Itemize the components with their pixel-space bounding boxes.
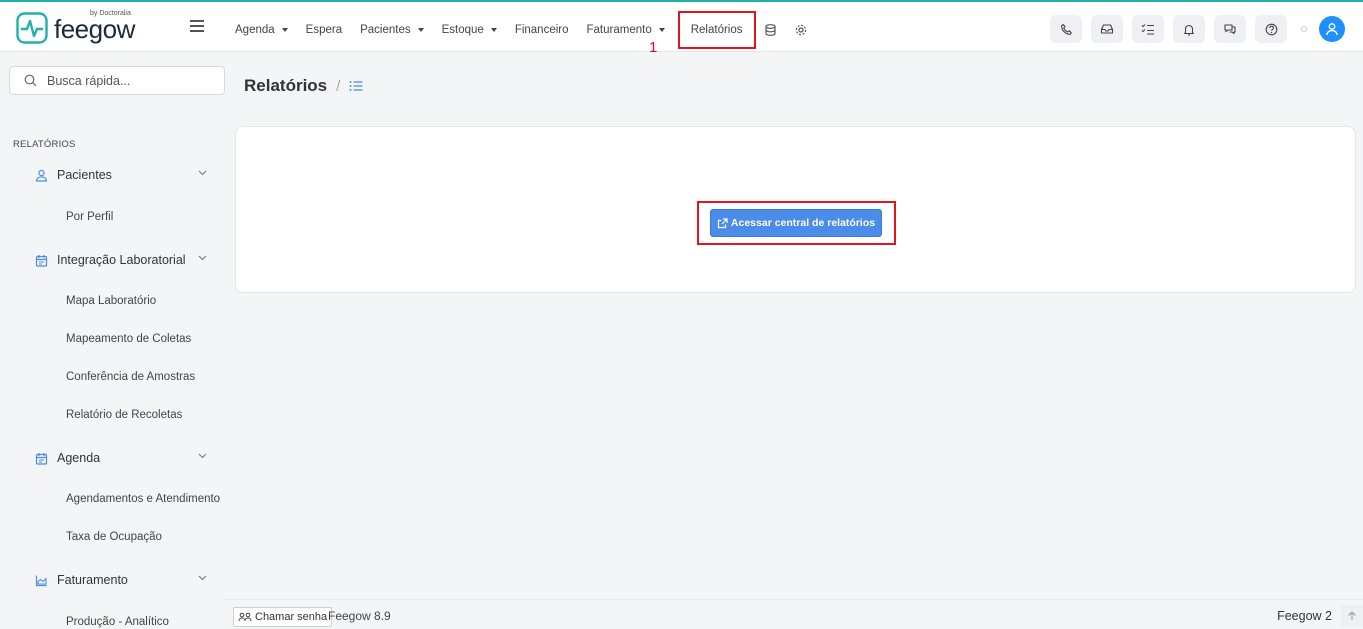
phone-icon[interactable] bbox=[1050, 15, 1082, 43]
caret-down-icon bbox=[281, 28, 288, 32]
header-actions bbox=[1041, 15, 1345, 43]
search-input[interactable] bbox=[47, 73, 207, 88]
quick-search[interactable] bbox=[9, 66, 225, 95]
sidebar-link-agendamentos-atendimento[interactable]: Agendamentos e Atendimento bbox=[66, 493, 220, 505]
checklist-icon[interactable] bbox=[1132, 15, 1164, 43]
inbox-icon[interactable] bbox=[1091, 15, 1123, 43]
list-icon[interactable] bbox=[349, 80, 363, 92]
nav-agenda[interactable]: Agenda bbox=[226, 11, 297, 49]
area-chart-icon bbox=[35, 575, 47, 586]
sidebar-link-mapa-laboratorio[interactable]: Mapa Laboratório bbox=[66, 295, 156, 307]
sidebar-link-producao-analitico[interactable]: Produção - Analítico bbox=[66, 616, 169, 628]
nav-estoque[interactable]: Estoque bbox=[433, 11, 506, 49]
feegow2-link[interactable]: Feegow 2 bbox=[1277, 609, 1332, 623]
chevron-down-icon bbox=[198, 453, 207, 459]
user-avatar[interactable] bbox=[1319, 16, 1345, 42]
logo-mark-icon bbox=[16, 12, 48, 44]
sidebar-link-taxa-ocupacao[interactable]: Taxa de Ocupação bbox=[66, 531, 162, 543]
sidebar-link-relatorio-recoletas[interactable]: Relatório de Recoletas bbox=[66, 409, 182, 421]
gear-icon[interactable] bbox=[786, 11, 816, 49]
search-icon bbox=[24, 74, 37, 87]
calendar-icon bbox=[35, 254, 48, 267]
status-dot bbox=[1301, 26, 1307, 32]
menu-toggle-icon[interactable] bbox=[190, 20, 204, 32]
bell-icon[interactable] bbox=[1173, 15, 1205, 43]
external-link-icon bbox=[717, 217, 728, 228]
sidebar-link-por-perfil[interactable]: Por Perfil bbox=[66, 211, 113, 223]
sidebar-link-mapeamento-coletas[interactable]: Mapeamento de Coletas bbox=[66, 333, 191, 345]
nav-relatorios[interactable]: Relatórios bbox=[677, 11, 756, 49]
main-nav: Agenda Espera Pacientes Estoque Financei… bbox=[226, 11, 816, 49]
chat-icon[interactable] bbox=[1214, 15, 1246, 43]
sidebar-group-pacientes[interactable]: Pacientes bbox=[35, 168, 215, 182]
open-reports-center-button[interactable]: Acessar central de relatórios bbox=[710, 209, 882, 237]
nav-faturamento[interactable]: Faturamento bbox=[578, 11, 674, 49]
breadcrumb-separator: / bbox=[336, 77, 341, 95]
top-navbar: feegow by Doctoralia Agenda Espera Pacie… bbox=[0, 0, 1363, 52]
sidebar-link-conferencia-amostras[interactable]: Conferência de Amostras bbox=[66, 371, 195, 383]
sidebar-group-faturamento[interactable]: Faturamento bbox=[35, 573, 215, 587]
calendar-icon bbox=[35, 452, 48, 465]
footer: Chamar senha Feegow 8.9 Feegow 2 bbox=[222, 599, 1363, 629]
help-icon[interactable] bbox=[1255, 15, 1287, 43]
nav-espera[interactable]: Espera bbox=[297, 11, 351, 49]
brand-sub: by Doctoralia bbox=[90, 10, 131, 17]
app-version: Feegow 8.9 bbox=[328, 609, 391, 623]
sidebar-group-agenda[interactable]: Agenda bbox=[35, 451, 215, 465]
user-icon bbox=[35, 169, 48, 182]
call-ticket-button[interactable]: Chamar senha bbox=[233, 607, 333, 627]
nav-pacientes[interactable]: Pacientes bbox=[351, 11, 433, 49]
chevron-down-icon bbox=[198, 575, 207, 581]
users-icon bbox=[238, 612, 252, 622]
database-icon[interactable] bbox=[756, 11, 786, 49]
caret-down-icon bbox=[658, 28, 665, 32]
annotation-marker-1: 1 bbox=[649, 39, 658, 56]
caret-down-icon bbox=[417, 28, 424, 32]
chevron-down-icon bbox=[198, 170, 207, 176]
brand-name: feegow bbox=[54, 14, 135, 44]
breadcrumb: Relatórios / bbox=[244, 76, 363, 96]
sidebar-heading: RELATÓRIOS bbox=[13, 139, 76, 150]
sidebar: RELATÓRIOS Pacientes Por Perfil Integraç… bbox=[0, 53, 232, 629]
chevron-down-icon bbox=[198, 255, 207, 261]
page-title: Relatórios bbox=[244, 76, 328, 95]
scroll-top-icon[interactable] bbox=[1341, 605, 1363, 627]
nav-financeiro[interactable]: Financeiro bbox=[506, 11, 578, 49]
feegow-logo[interactable]: feegow by Doctoralia bbox=[16, 10, 135, 44]
sidebar-group-integracao-laboratorial[interactable]: Integração Laboratorial bbox=[35, 253, 215, 267]
caret-down-icon bbox=[490, 28, 497, 32]
